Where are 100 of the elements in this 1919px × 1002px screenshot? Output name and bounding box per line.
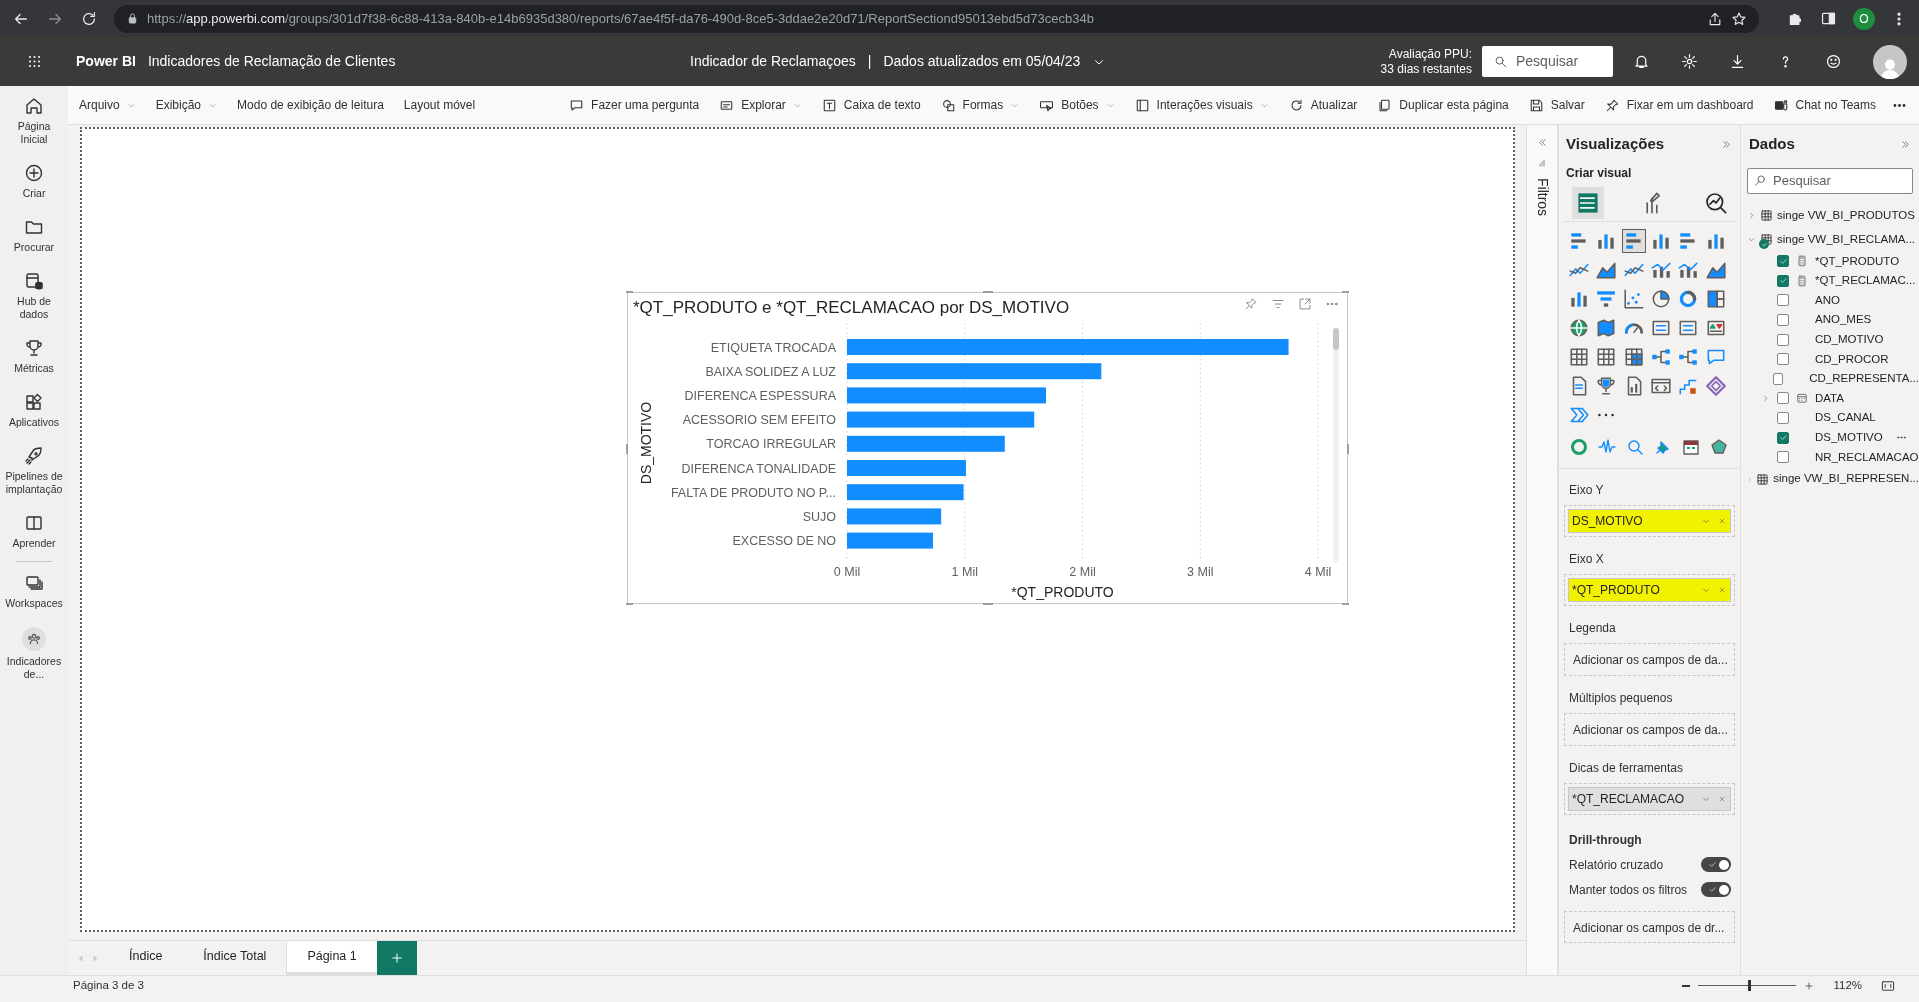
reload-icon[interactable] — [80, 9, 98, 28]
table-item[interactable]: singe VW_BI_REPRESEN... — [1747, 467, 1919, 492]
toggle-switch[interactable] — [1701, 882, 1731, 897]
zoom-slider[interactable] — [1698, 980, 1797, 991]
profile-avatar[interactable]: O — [1853, 7, 1875, 30]
zoom-out-button[interactable] — [1682, 984, 1691, 987]
field-item[interactable]: CD_REPRESENTA... — [1747, 369, 1919, 389]
collapse-icon[interactable] — [1536, 137, 1548, 148]
field-item[interactable]: DS_MOTIVO — [1747, 427, 1919, 448]
bar[interactable] — [847, 484, 964, 501]
checkbox[interactable] — [1777, 392, 1789, 405]
checkbox[interactable] — [1777, 294, 1789, 307]
ribbon-button[interactable]: Atualizar — [1288, 96, 1358, 114]
user-avatar[interactable] — [1873, 44, 1907, 79]
field-item[interactable]: CD_PROCOR — [1747, 349, 1919, 370]
page-tab[interactable]: Página 1 — [286, 941, 377, 975]
field-item[interactable]: *QT_RECLAMAC... — [1747, 271, 1919, 291]
focus-mode-icon[interactable] — [1298, 297, 1312, 311]
ribbon-button[interactable]: Interações visuais — [1134, 96, 1269, 114]
filters-pane-tab[interactable]: Filtros — [1531, 178, 1553, 217]
nav-item[interactable]: Pipelines de implantação — [4, 446, 64, 496]
ribbon-button[interactable]: Exibição — [155, 96, 218, 114]
table-item[interactable]: singe VW_BI_PRODUTOS — [1747, 203, 1919, 228]
field-item[interactable]: NR_RECLAMACAO — [1747, 447, 1919, 468]
checkbox[interactable] — [1777, 314, 1789, 327]
resize-handle[interactable] — [1342, 603, 1349, 605]
checkbox[interactable] — [1777, 255, 1789, 268]
resize-handle[interactable] — [983, 291, 993, 293]
ribbon-button[interactable]: Explorar — [719, 96, 802, 114]
ribbon-button[interactable]: Salvar — [1528, 96, 1585, 114]
report-title-button[interactable]: Indicador de Reclamaçoes | Dados atualizados em 05/04/23 — [690, 51, 1107, 72]
radar-icon[interactable] — [1709, 436, 1729, 457]
field-item[interactable]: *QT_PRODUTO — [1747, 251, 1919, 272]
ribbon-button[interactable]: Botões — [1039, 96, 1115, 114]
share-icon[interactable] — [1707, 10, 1723, 27]
field-item[interactable]: DS_CANAL — [1747, 408, 1919, 428]
build-visual-tab[interactable] — [1572, 187, 1604, 219]
field-item[interactable]: CD_MOTIVO — [1747, 329, 1919, 350]
slider-thumb[interactable] — [1748, 980, 1752, 991]
ribbon-button[interactable]: Formas — [940, 96, 1020, 114]
resize-handle[interactable] — [1342, 291, 1349, 293]
settings-icon[interactable] — [1681, 53, 1698, 70]
field-item[interactable]: ANO_MES — [1747, 310, 1919, 330]
ribbon-button[interactable]: Fazer uma pergunta — [569, 96, 700, 114]
checkbox[interactable] — [1777, 353, 1789, 366]
bar[interactable] — [847, 363, 1102, 380]
ribbon-button[interactable]: Chat no Teams — [1773, 96, 1876, 114]
chart-card[interactable] — [627, 292, 1348, 604]
field-well[interactable]: Adicionar os campos de dr... — [1564, 910, 1735, 943]
resize-handle[interactable] — [626, 603, 633, 605]
field-item[interactable]: ANO — [1747, 290, 1919, 311]
nav-item[interactable]: Página Inicial — [4, 96, 64, 146]
diamond-icon[interactable] — [1704, 374, 1727, 397]
bar[interactable] — [847, 435, 1005, 452]
bar-chart-icon[interactable] — [1622, 229, 1645, 252]
ribbon-button[interactable]: Caixa de texto — [821, 96, 921, 114]
resize-handle[interactable] — [626, 444, 628, 454]
field-well[interactable]: Adicionar os campos de da... — [1564, 642, 1735, 676]
pin-icon[interactable] — [1244, 297, 1258, 311]
app-name[interactable]: Power BI — [76, 51, 136, 72]
scatter-chart-icon[interactable] — [1622, 287, 1645, 310]
scrollbar[interactable] — [1333, 328, 1339, 563]
checkbox[interactable] — [1777, 451, 1789, 464]
fit-to-page-icon[interactable] — [1881, 978, 1895, 993]
nav-item[interactable]: Aplicativos — [4, 392, 64, 429]
zoom-in-icon[interactable] — [1804, 980, 1815, 991]
ribbon-button[interactable]: Duplicar esta página — [1377, 96, 1509, 114]
add-page-button[interactable] — [376, 941, 417, 975]
expand-icon[interactable] — [1721, 138, 1732, 150]
ring-icon[interactable] — [1569, 436, 1589, 457]
download-icon[interactable] — [1729, 53, 1746, 70]
ribbon-button[interactable]: Modo de exibição de leitura — [237, 96, 384, 114]
smiley-icon[interactable] — [1825, 53, 1842, 70]
checkbox[interactable] — [1777, 333, 1789, 346]
nav-item[interactable]: Métricas — [4, 338, 64, 375]
ribbon-button[interactable]: Fixar em um dashboard — [1604, 96, 1754, 114]
table-item[interactable]: singe VW_BI_RECLAMA... — [1747, 227, 1919, 252]
search-field[interactable]: Pesquisar — [1747, 167, 1913, 194]
expand-icon[interactable] — [1900, 138, 1911, 150]
checkbox[interactable] — [1777, 431, 1789, 444]
star-icon[interactable] — [1731, 10, 1747, 27]
checkbox[interactable] — [1777, 412, 1789, 425]
field-well[interactable]: Adicionar os campos de da... — [1564, 712, 1735, 746]
bell-icon[interactable] — [1633, 53, 1650, 70]
nav-item[interactable]: Procurar — [4, 217, 64, 254]
field-item[interactable]: DATA — [1747, 388, 1919, 409]
nav-item[interactable]: Workspaces — [4, 573, 64, 610]
resize-handle[interactable] — [1347, 444, 1349, 454]
resize-handle[interactable] — [983, 603, 993, 605]
app-launcher-icon[interactable] — [27, 54, 42, 69]
sidebar-icon[interactable] — [1820, 10, 1837, 27]
resize-handle[interactable] — [626, 291, 633, 293]
nav-item[interactable]: Criar — [4, 163, 64, 200]
nav-item[interactable]: Aprender — [4, 513, 64, 550]
ribbon-button[interactable]: Arquivo — [79, 96, 136, 114]
report-canvas[interactable] — [80, 127, 1515, 932]
checkbox[interactable] — [1773, 372, 1784, 385]
toggle-switch[interactable] — [1701, 857, 1731, 872]
address-bar[interactable]: https://app.powerbi.com/groups/301d7f38-6c88-413a-840b-e14b6935d380/reports/67ae4f5f-da76-490d-8ce5-3ddae2e20d71/ReportSectiond95013ebd5d73cecb34b — [114, 4, 1759, 33]
nav-item[interactable]: Hub de dados — [4, 271, 64, 321]
